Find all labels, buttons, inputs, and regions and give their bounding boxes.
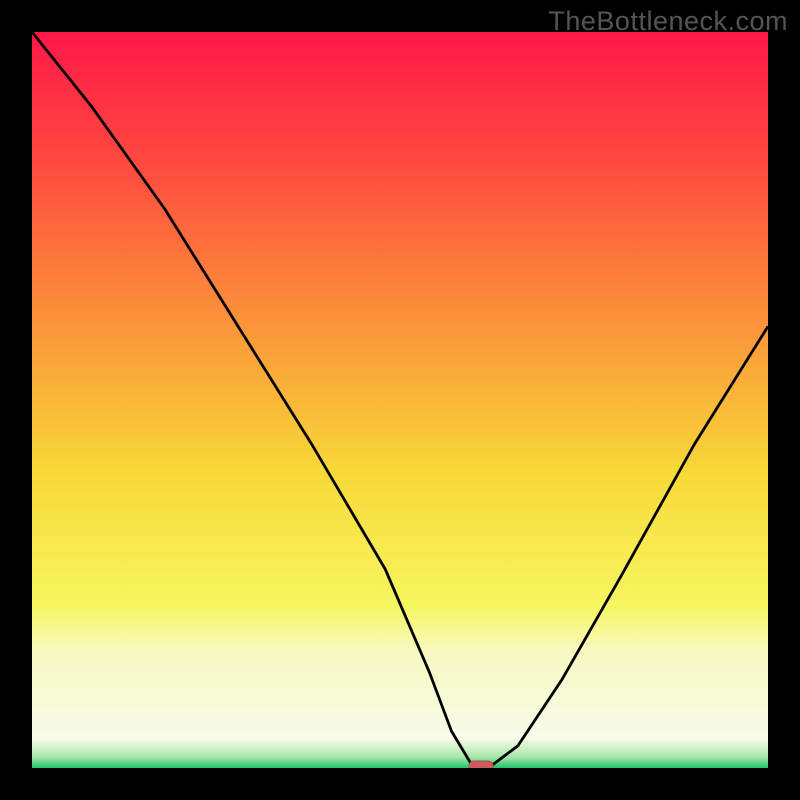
- heat-gradient-background: [32, 32, 768, 768]
- chart-frame: TheBottleneck.com: [0, 0, 800, 800]
- bottleneck-chart: [32, 32, 768, 768]
- optimal-point-marker: [469, 761, 493, 768]
